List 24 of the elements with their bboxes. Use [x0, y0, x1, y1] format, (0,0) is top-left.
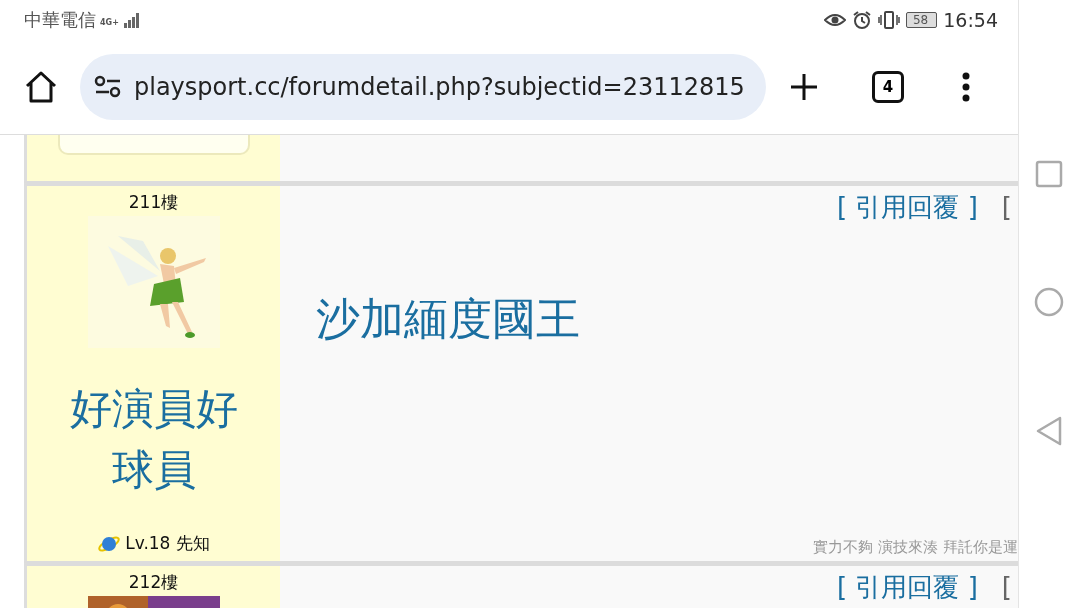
menu-icon[interactable]: [962, 72, 970, 102]
quote-reply-link[interactable]: [ 引用回覆 ]: [837, 572, 978, 602]
tab-count-button[interactable]: 4: [872, 71, 904, 103]
user-level: Lv.18 先知: [125, 532, 210, 555]
address-bar[interactable]: playsport.cc/forumdetail.php?subjectid=23112815: [80, 54, 766, 120]
floor-number: 212樓: [128, 572, 179, 592]
alarm-icon: [851, 10, 872, 30]
eye-icon: [823, 12, 846, 28]
quote-reply-link[interactable]: [: [1001, 572, 1012, 602]
network-type: 4G+: [100, 18, 119, 27]
floor-number: 211樓: [128, 192, 179, 212]
signal-icon: [122, 12, 141, 28]
home-icon[interactable]: [24, 70, 58, 104]
battery-level: 58: [905, 12, 938, 28]
site-settings-icon: [94, 75, 122, 99]
new-tab-icon[interactable]: [788, 71, 820, 103]
vibrate-icon: [877, 10, 900, 30]
quote-reply-link[interactable]: [: [1001, 192, 1012, 222]
user-nickname[interactable]: 好演員好球員: [53, 378, 254, 500]
quote-reply-link[interactable]: [ 引用回覆 ]: [837, 192, 978, 222]
carrier-name: 中華電信: [24, 8, 96, 32]
signature-text: 實力不夠 演技來湊 拜託你是運: [812, 538, 1018, 558]
clock-time: 16:54: [943, 9, 998, 31]
post-text: 沙加緬度國王: [316, 292, 581, 346]
